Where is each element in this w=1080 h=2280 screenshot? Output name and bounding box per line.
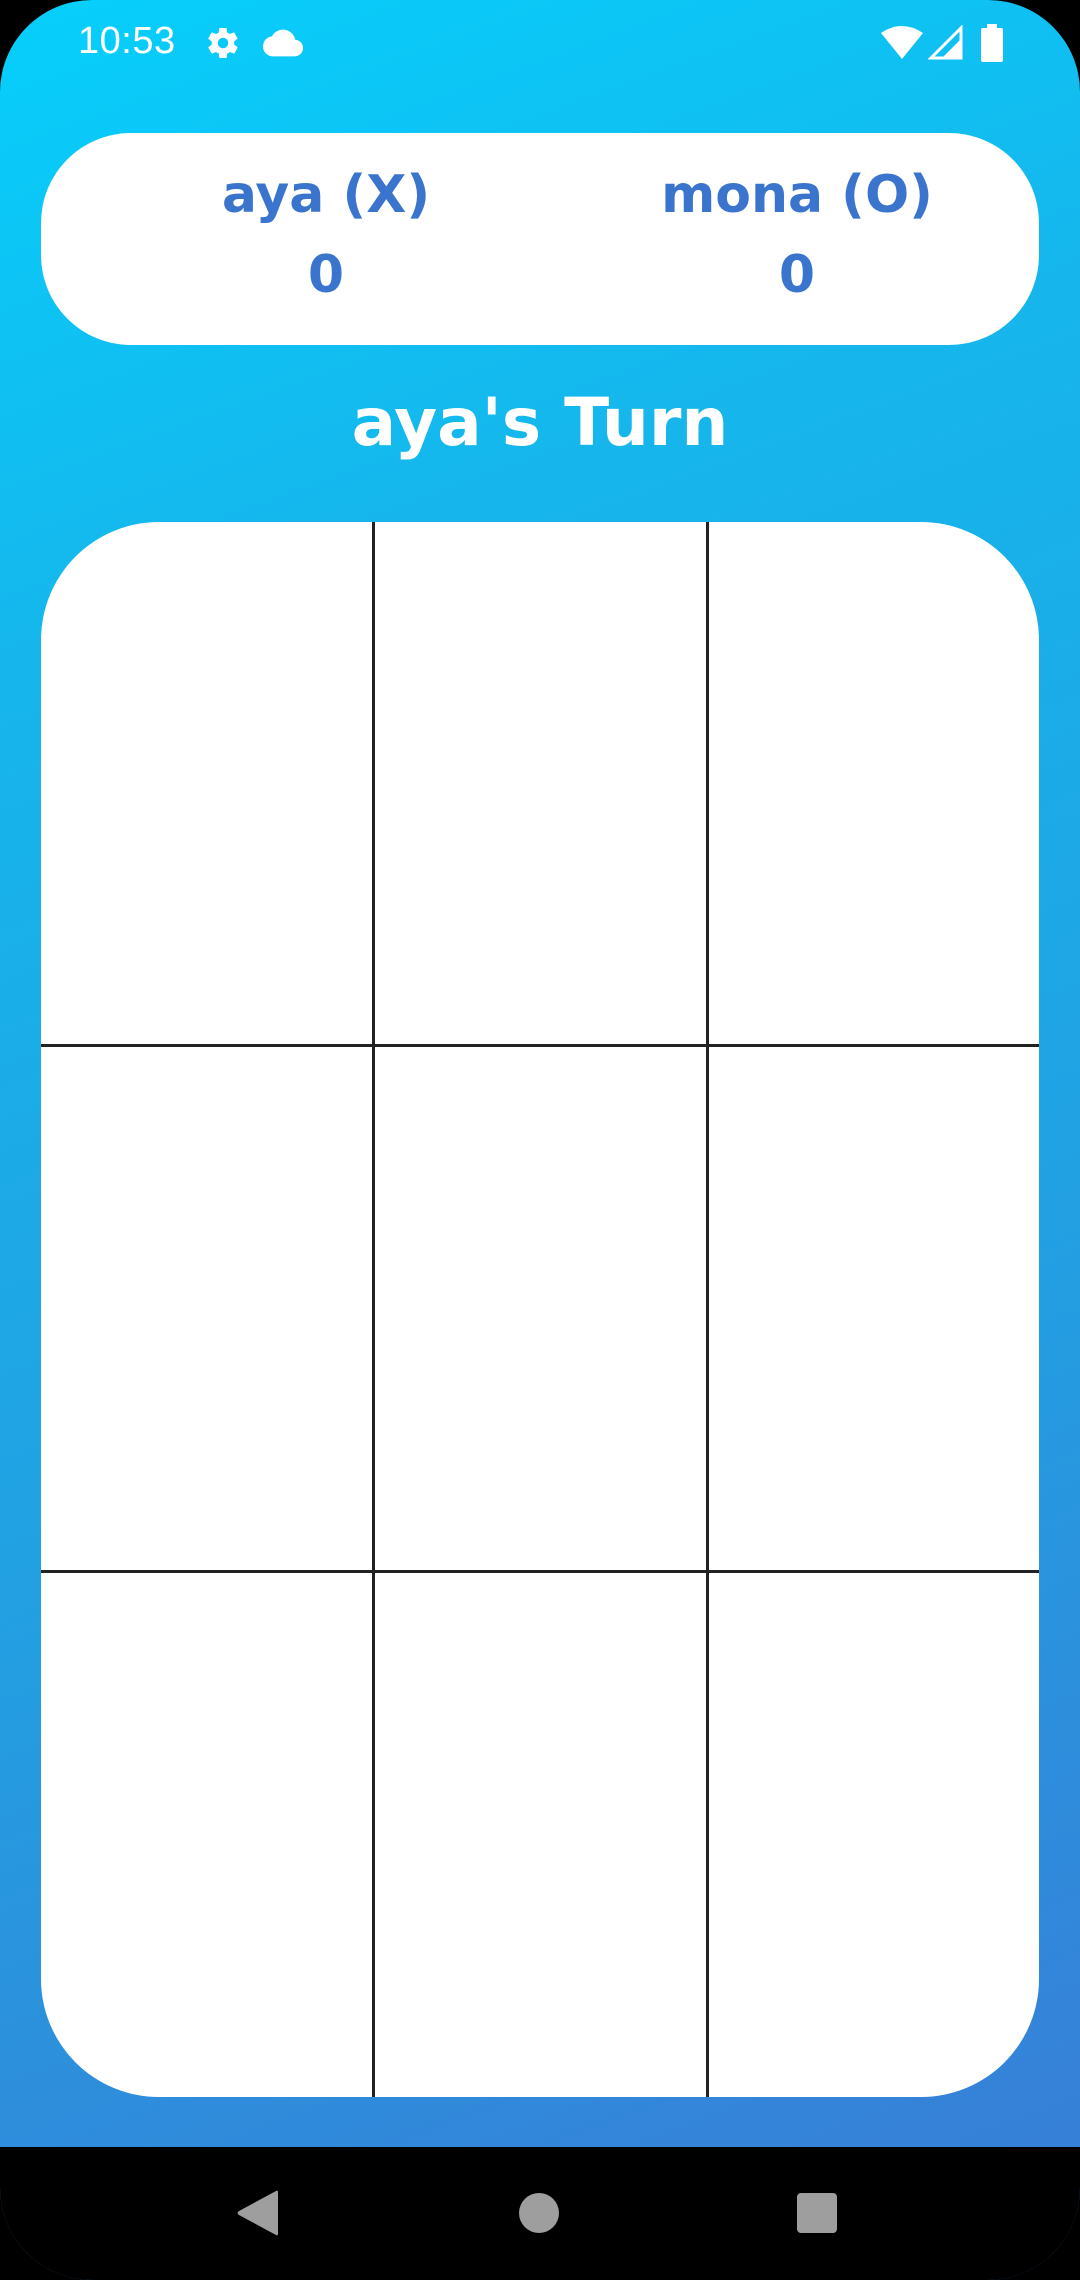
grid-line-horizontal-1 bbox=[41, 1044, 1039, 1047]
scoreboard: aya (X) 0 mona (O) 0 bbox=[41, 133, 1039, 345]
status-bar: 10:53 bbox=[0, 0, 1080, 90]
board-cell-8[interactable] bbox=[375, 1574, 706, 2097]
status-clock: 10:53 bbox=[78, 20, 176, 62]
board-cell-2[interactable] bbox=[375, 522, 706, 1045]
board-cell-6[interactable] bbox=[709, 1048, 1039, 1571]
player-x-name: aya (X) bbox=[221, 165, 431, 225]
grid-line-vertical-2 bbox=[706, 522, 709, 2097]
gear-icon bbox=[208, 27, 238, 59]
recents-icon[interactable] bbox=[797, 2193, 837, 2233]
grid-line-horizontal-2 bbox=[41, 1570, 1039, 1573]
signal-icon bbox=[928, 25, 963, 60]
board-cell-3[interactable] bbox=[709, 522, 1039, 1045]
navigation-bar bbox=[0, 2147, 1080, 2280]
home-icon[interactable] bbox=[518, 2192, 560, 2234]
board-cell-4[interactable] bbox=[41, 1048, 372, 1571]
player-o-score-card: mona (O) 0 bbox=[597, 165, 997, 305]
turn-indicator: aya's Turn bbox=[351, 384, 729, 461]
back-icon[interactable] bbox=[236, 2190, 280, 2236]
grid-line-vertical-1 bbox=[372, 522, 375, 2097]
player-x-score-card: aya (X) 0 bbox=[126, 165, 526, 305]
player-o-name: mona (O) bbox=[661, 165, 933, 225]
battery-icon bbox=[981, 24, 1003, 62]
wifi-icon bbox=[881, 26, 923, 59]
board-cell-9[interactable] bbox=[709, 1574, 1039, 2097]
board-cell-7[interactable] bbox=[41, 1574, 372, 2097]
cloud-icon bbox=[263, 29, 303, 57]
player-x-score: 0 bbox=[307, 245, 345, 305]
game-board bbox=[41, 522, 1039, 2097]
board-cell-5[interactable] bbox=[375, 1048, 706, 1571]
app-screen: 10:53 aya (X) 0 mona (O) 0 aya's Turn bbox=[0, 0, 1080, 2280]
board-cell-1[interactable] bbox=[41, 522, 372, 1045]
player-o-score: 0 bbox=[778, 245, 816, 305]
